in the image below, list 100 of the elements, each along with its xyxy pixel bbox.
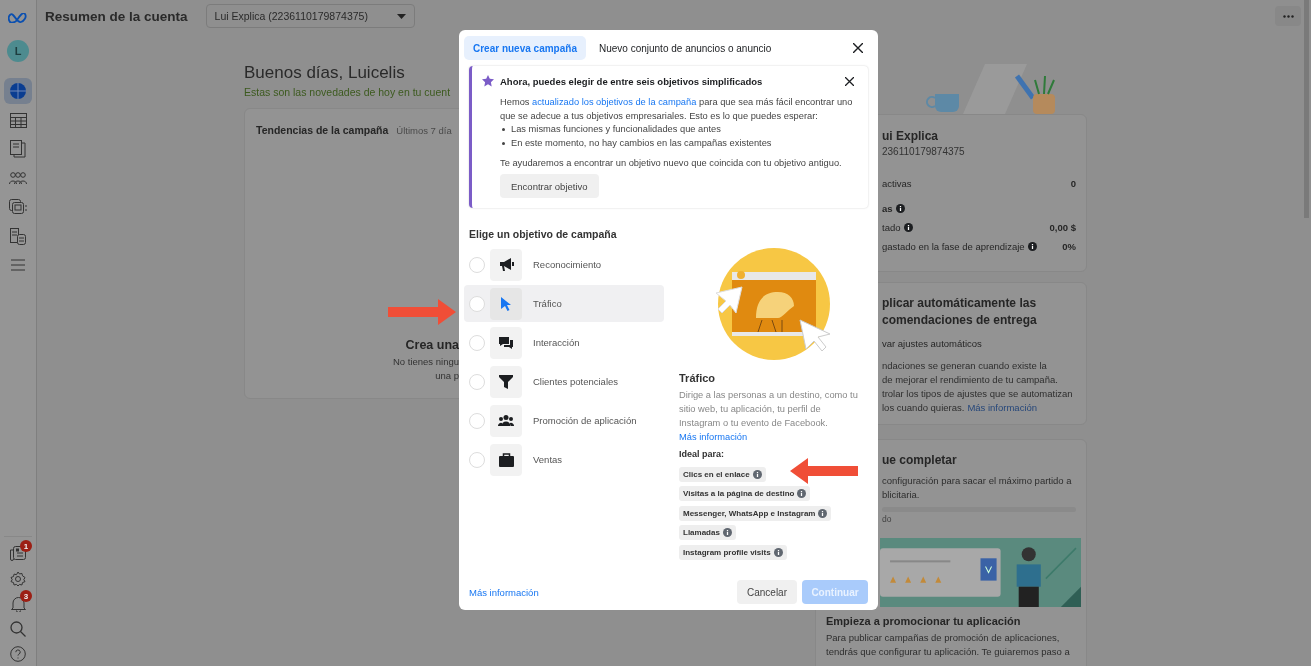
- progress-label: do: [881, 514, 893, 524]
- count-badge: 1: [20, 540, 32, 552]
- table-icon: [9, 112, 27, 128]
- card-text: los cuando quieras.: [882, 401, 965, 415]
- nav-item[interactable]: 1: [4, 541, 32, 566]
- radio-button[interactable]: [469, 412, 485, 429]
- account-select[interactable]: Lui Explica (2236110179874375): [205, 4, 415, 28]
- card-title: ue completar: [881, 452, 958, 469]
- stat-value: 0: [1070, 178, 1076, 189]
- pointer-arrow: [388, 299, 456, 325]
- pages-icon: [10, 140, 26, 158]
- count-badge: 3: [20, 590, 32, 602]
- objective-title: Tráfico: [679, 372, 716, 384]
- bullet-text: Las mismas funciones y funcionalidades que antes: [511, 123, 721, 136]
- card-text: tendrás que configurar tu aplicación. Te guiaremos paso a: [826, 645, 1071, 659]
- info-icon[interactable]: [1027, 242, 1037, 251]
- metric-chip: Llamadas: [679, 525, 736, 540]
- chat-icon: [498, 335, 514, 350]
- bullet-icon: [502, 141, 505, 145]
- notice-text: Hemos actualizado los objetivos de la campaña para que sea más fácil encontrar uno que se adecue a tus objetivos empresariales. Esto es lo que puedes esperar:: [500, 96, 854, 123]
- close-icon: [844, 76, 854, 86]
- cancel-button[interactable]: Cancelar: [737, 580, 797, 604]
- card-text: trolar los tipos de ajustes que se automatizan: [882, 387, 1074, 401]
- nav-item[interactable]: [4, 78, 32, 104]
- empty-title: Crea una: [405, 338, 459, 352]
- greeting-subtitle: Estas son las novedades de hoy en tu cuent: [244, 86, 451, 98]
- more-info-link[interactable]: Más información: [679, 432, 748, 442]
- card-text: ndaciones se generan cuando existe la: [882, 359, 1048, 373]
- group-icon: [498, 415, 514, 426]
- people-icon: [9, 171, 27, 185]
- radio-button[interactable]: [469, 256, 485, 273]
- funnel-icon: [499, 374, 513, 389]
- metric-chip: Visitas a la página de destino: [679, 486, 811, 501]
- toggle-label: var ajustes automáticos: [882, 338, 983, 349]
- bullet-text: En este momento, no hay cambios en las campañas existentes: [511, 136, 772, 150]
- menu-icon: [11, 259, 25, 271]
- ideal-label: Ideal para:: [679, 449, 725, 459]
- objective-option[interactable]: Promoción de aplicación: [464, 402, 664, 439]
- greeting-title: Buenos días, Luicelis: [244, 63, 405, 83]
- card-text: Para publicar campañas de promoción de aplicaciones,: [826, 631, 1061, 645]
- radio-button[interactable]: [469, 373, 485, 390]
- section-title: Elige un objetivo de campaña: [469, 228, 618, 240]
- more-info-link[interactable]: Más información: [469, 586, 539, 598]
- card-text: configuración para sacar el máximo partido a: [882, 474, 1073, 488]
- radio-button[interactable]: [469, 295, 485, 312]
- info-icon[interactable]: [903, 223, 913, 232]
- newspaper-icon: [10, 546, 26, 561]
- card-title: Tendencias de la campaña: [256, 124, 389, 136]
- account-id: 236110179874375: [882, 146, 966, 157]
- stat-label: tado: [882, 222, 901, 233]
- cursor-icon: [501, 296, 511, 311]
- star-icon: [482, 75, 494, 87]
- objective-option[interactable]: Tráfico: [464, 285, 664, 322]
- caret-icon: [396, 13, 406, 19]
- metric-chip: Instagram profile visits: [679, 544, 787, 560]
- bullet-icon: [502, 128, 505, 132]
- settings-icon: [10, 570, 26, 587]
- close-icon: [853, 43, 863, 53]
- stat-value: 0,00 $: [1049, 222, 1076, 233]
- help-icon: [10, 645, 26, 662]
- stat-label: gastado en la fase de aprendizaje: [882, 241, 1025, 252]
- metric-chip: Clics en el enlace: [679, 466, 766, 482]
- radio-button[interactable]: [469, 334, 485, 351]
- search-icon: [10, 620, 26, 637]
- card-text: blicitaria.: [882, 488, 921, 502]
- info-icon[interactable]: [895, 204, 905, 213]
- more-icon: [1282, 14, 1294, 18]
- coins-icon: [10, 227, 26, 245]
- period-label: Últimos 7 día: [396, 125, 452, 136]
- logo-icon[interactable]: [8, 13, 28, 23]
- notice-text: Te ayudaremos a encontrar un objetivo nuevo que coincida con tu objetivo antiguo.: [500, 157, 843, 170]
- card-text: de mejorar el rendimiento de tu campaña.: [882, 373, 1059, 387]
- stat-label: activas: [882, 178, 912, 189]
- objective-option[interactable]: Clientes potenciales: [464, 363, 664, 400]
- objective-option[interactable]: Reconocimiento: [464, 246, 664, 283]
- objective-option[interactable]: Interacción: [464, 324, 664, 361]
- nav-item[interactable]: 3: [4, 591, 32, 616]
- page-title: Resumen de la cuenta: [45, 8, 188, 24]
- more-button[interactable]: [1275, 6, 1301, 26]
- stat-label: as: [882, 203, 893, 214]
- stack-icon: [9, 199, 27, 215]
- objectives-link[interactable]: actualizado los objetivos de la campaña: [532, 97, 697, 107]
- card-title: plicar automáticamente las: [882, 295, 1038, 312]
- stat-value: 0%: [1062, 241, 1076, 252]
- briefcase-icon: [498, 452, 514, 467]
- radio-button[interactable]: [469, 451, 485, 468]
- objective-description: Dirige a las personas a un destino, como tu sitio web, tu aplicación, tu perfil de Instagram o tu evento de Facebook. Más información: [679, 389, 859, 444]
- metric-chip: Messenger, WhatsApp e Instagram: [679, 505, 832, 521]
- dialog-tab[interactable]: Crear nueva campaña: [464, 36, 586, 60]
- objective-option[interactable]: Ventas: [464, 441, 664, 478]
- empty-text: una p: [435, 369, 459, 383]
- notice-title: Ahora, puedes elegir de entre seis objetivos simplificados: [500, 75, 763, 87]
- find-objective-button[interactable]: Encontrar objetivo: [500, 174, 599, 198]
- globe-icon: [9, 82, 27, 100]
- card-title: Empieza a promocionar tu aplicación: [826, 615, 1022, 627]
- pointer-arrow: [790, 458, 858, 484]
- dialog-tab[interactable]: Nuevo conjunto de anuncios o anuncio: [589, 36, 781, 60]
- bell-icon: [10, 595, 26, 612]
- megaphone-icon: [498, 258, 514, 271]
- empty-text: No tienes ningu: [392, 355, 459, 369]
